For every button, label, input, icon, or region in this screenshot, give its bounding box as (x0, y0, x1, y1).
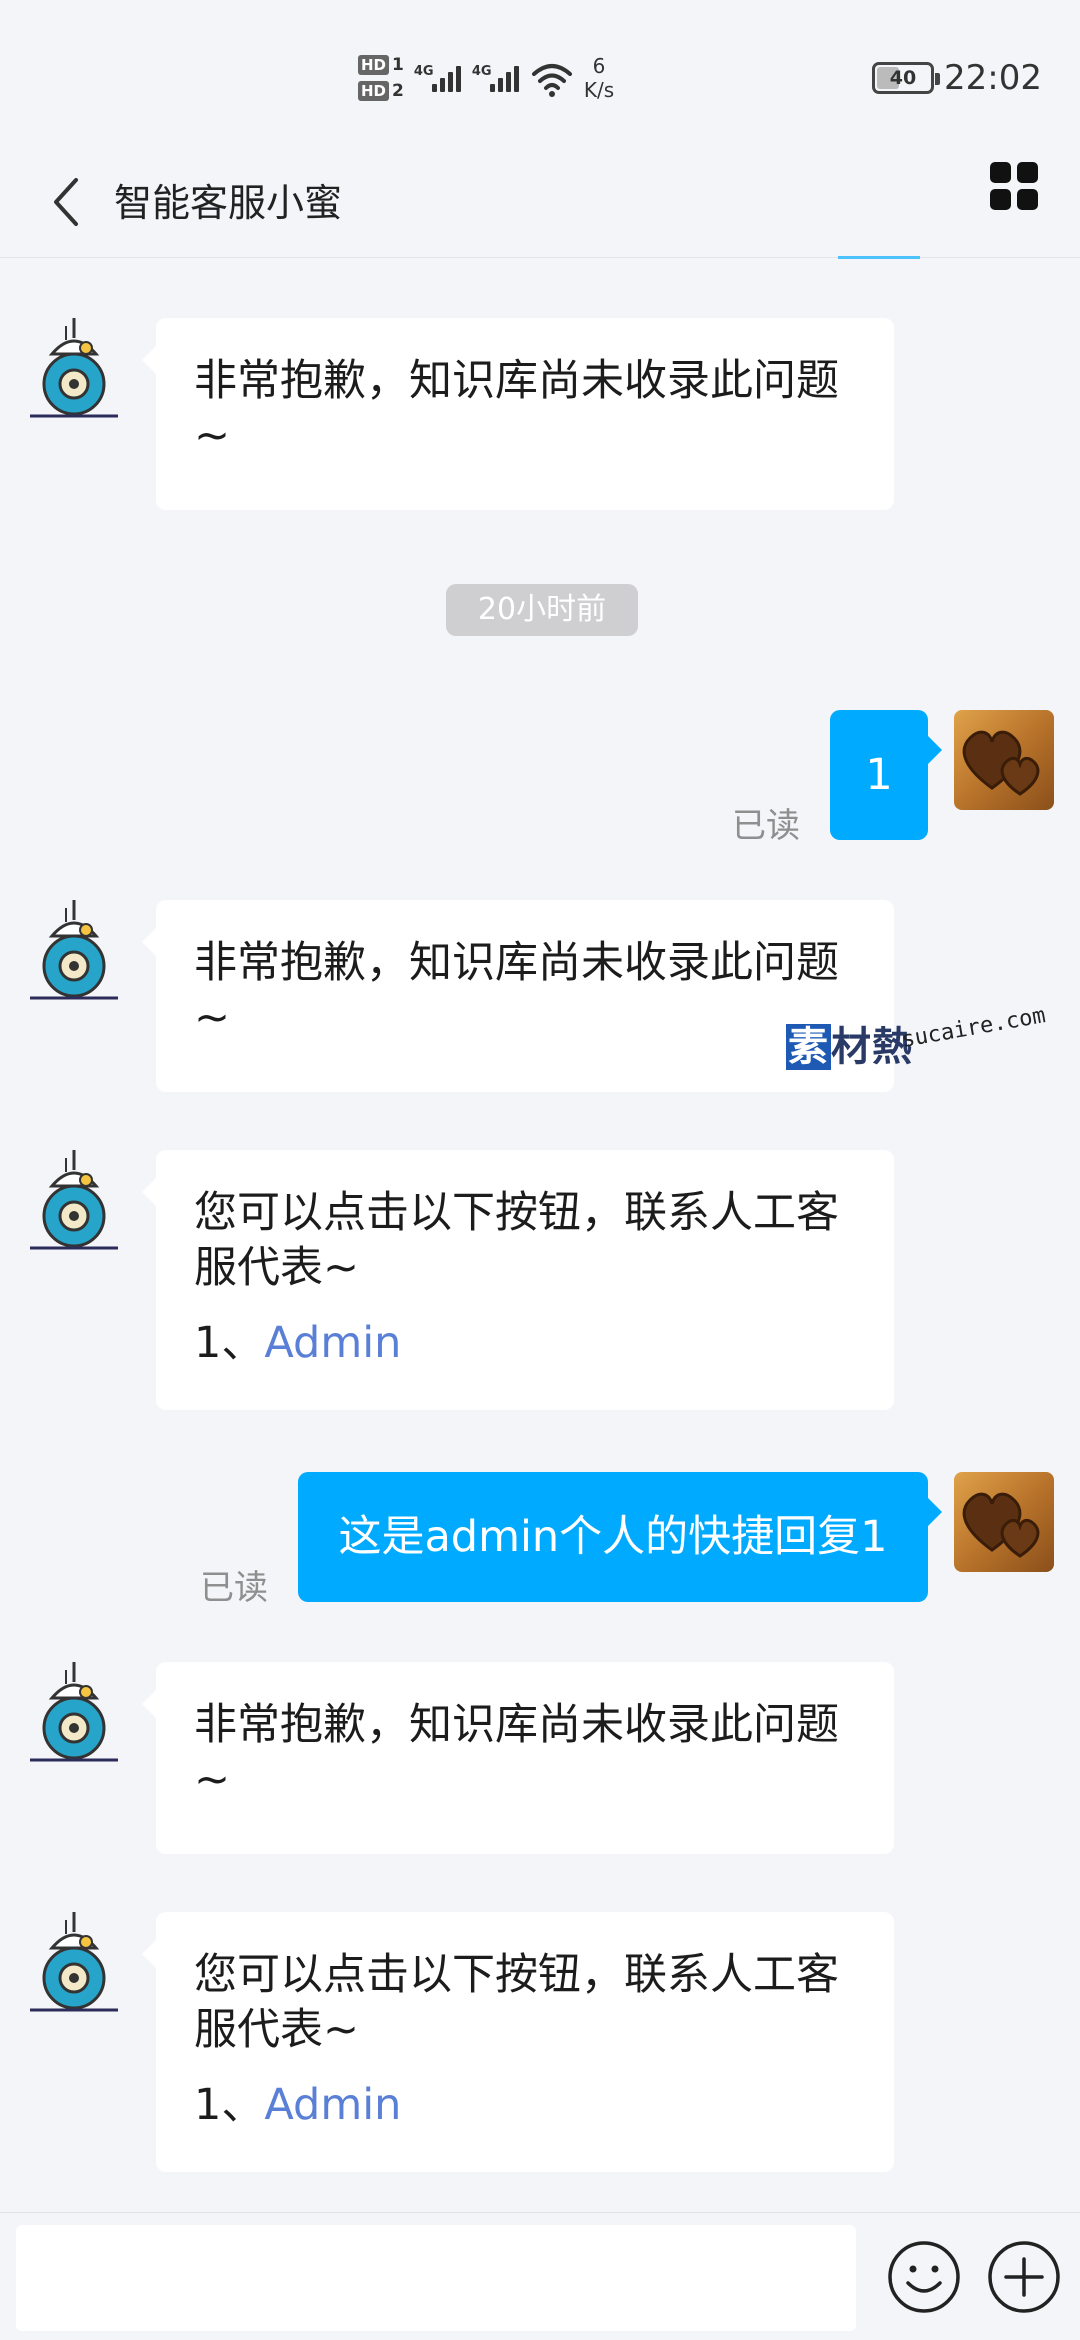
emoji-button[interactable] (886, 2239, 962, 2315)
clock: 22:02 (944, 58, 1042, 98)
user-avatar[interactable] (954, 710, 1054, 810)
admin-link[interactable]: Admin (264, 2080, 401, 2130)
agent-option: 1、Admin (194, 1318, 402, 1368)
battery-icon: 40 (872, 62, 941, 94)
message-text: 您可以点击以下按钮，联系人工客服代表~ (194, 1188, 839, 1293)
grid-icon (990, 162, 1011, 183)
agent-option: 1、Admin (194, 2080, 402, 2130)
network-speed: 6 K/s (583, 54, 615, 102)
bot-avatar[interactable] (26, 1660, 122, 1770)
status-bar: HD 1 HD 2 4G 4G 6 K/s 40 22:02 (0, 0, 1080, 150)
page-title: 智能客服小蜜 (114, 181, 343, 225)
message-bubble-bot: 非常抱歉，知识库尚未收录此问题~ (142, 1662, 894, 1854)
input-bar (0, 2212, 1080, 2340)
watermark: 素材熱 sucaire.com (786, 1003, 1047, 1076)
message-text: 1 (865, 750, 893, 800)
message-bubble-bot: 非常抱歉，知识库尚未收录此问题~ (142, 900, 894, 1092)
menu-grid-button[interactable] (990, 162, 1038, 210)
message-text: 非常抱歉，知识库尚未收录此问题~ (194, 356, 839, 461)
message-bubble-bot: 您可以点击以下按钮，联系人工客服代表~ 1、Admin (142, 1912, 894, 2172)
message-bubble-bot: 您可以点击以下按钮，联系人工客服代表~ 1、Admin (142, 1150, 894, 1410)
status-indicators: HD 1 HD 2 4G 4G 6 K/s (358, 48, 614, 108)
user-avatar[interactable] (954, 1472, 1054, 1572)
message-input[interactable] (16, 2225, 856, 2331)
status-right: 40 22:02 (872, 58, 1042, 98)
plus-button[interactable] (986, 2239, 1062, 2315)
read-receipt: 已读 (732, 806, 800, 846)
bot-avatar[interactable] (26, 1148, 122, 1258)
scroll-indicator (838, 256, 920, 259)
header: 智能客服小蜜 (0, 150, 1080, 258)
message-text: 非常抱歉，知识库尚未收录此问题~ (194, 938, 839, 1043)
message-bubble-user: 1 (830, 710, 942, 840)
message-text: 非常抱歉，知识库尚未收录此问题~ (194, 1700, 839, 1805)
watermark-site: sucaire.com (899, 1003, 1048, 1053)
admin-link[interactable]: Admin (264, 1318, 401, 1368)
signal-icon: 4G (472, 56, 520, 100)
sim1-indicator: HD 1 (358, 55, 404, 75)
message-text: 您可以点击以下按钮，联系人工客服代表~ (194, 1950, 839, 2055)
signal-icon: 4G (414, 56, 462, 100)
bot-avatar[interactable] (26, 898, 122, 1008)
smiley-icon (888, 2241, 960, 2313)
read-receipt: 已读 (200, 1568, 268, 1608)
watermark-logo: 素材熱 (786, 1024, 913, 1070)
message-bubble-user: 这是admin个人的快捷回复1 (298, 1472, 942, 1602)
sim2-indicator: HD 2 (358, 81, 404, 101)
wifi-icon (531, 64, 572, 97)
bot-avatar[interactable] (26, 316, 122, 426)
message-bubble-bot: 非常抱歉，知识库尚未收录此问题~ (142, 318, 894, 510)
back-button[interactable] (44, 170, 94, 234)
bot-avatar[interactable] (26, 1910, 122, 2020)
sim-indicators: HD 1 HD 2 (358, 55, 404, 101)
plus-icon (988, 2241, 1060, 2313)
message-text: 这是admin个人的快捷回复1 (338, 1512, 888, 1562)
timestamp-divider: 20小时前 (446, 584, 638, 636)
